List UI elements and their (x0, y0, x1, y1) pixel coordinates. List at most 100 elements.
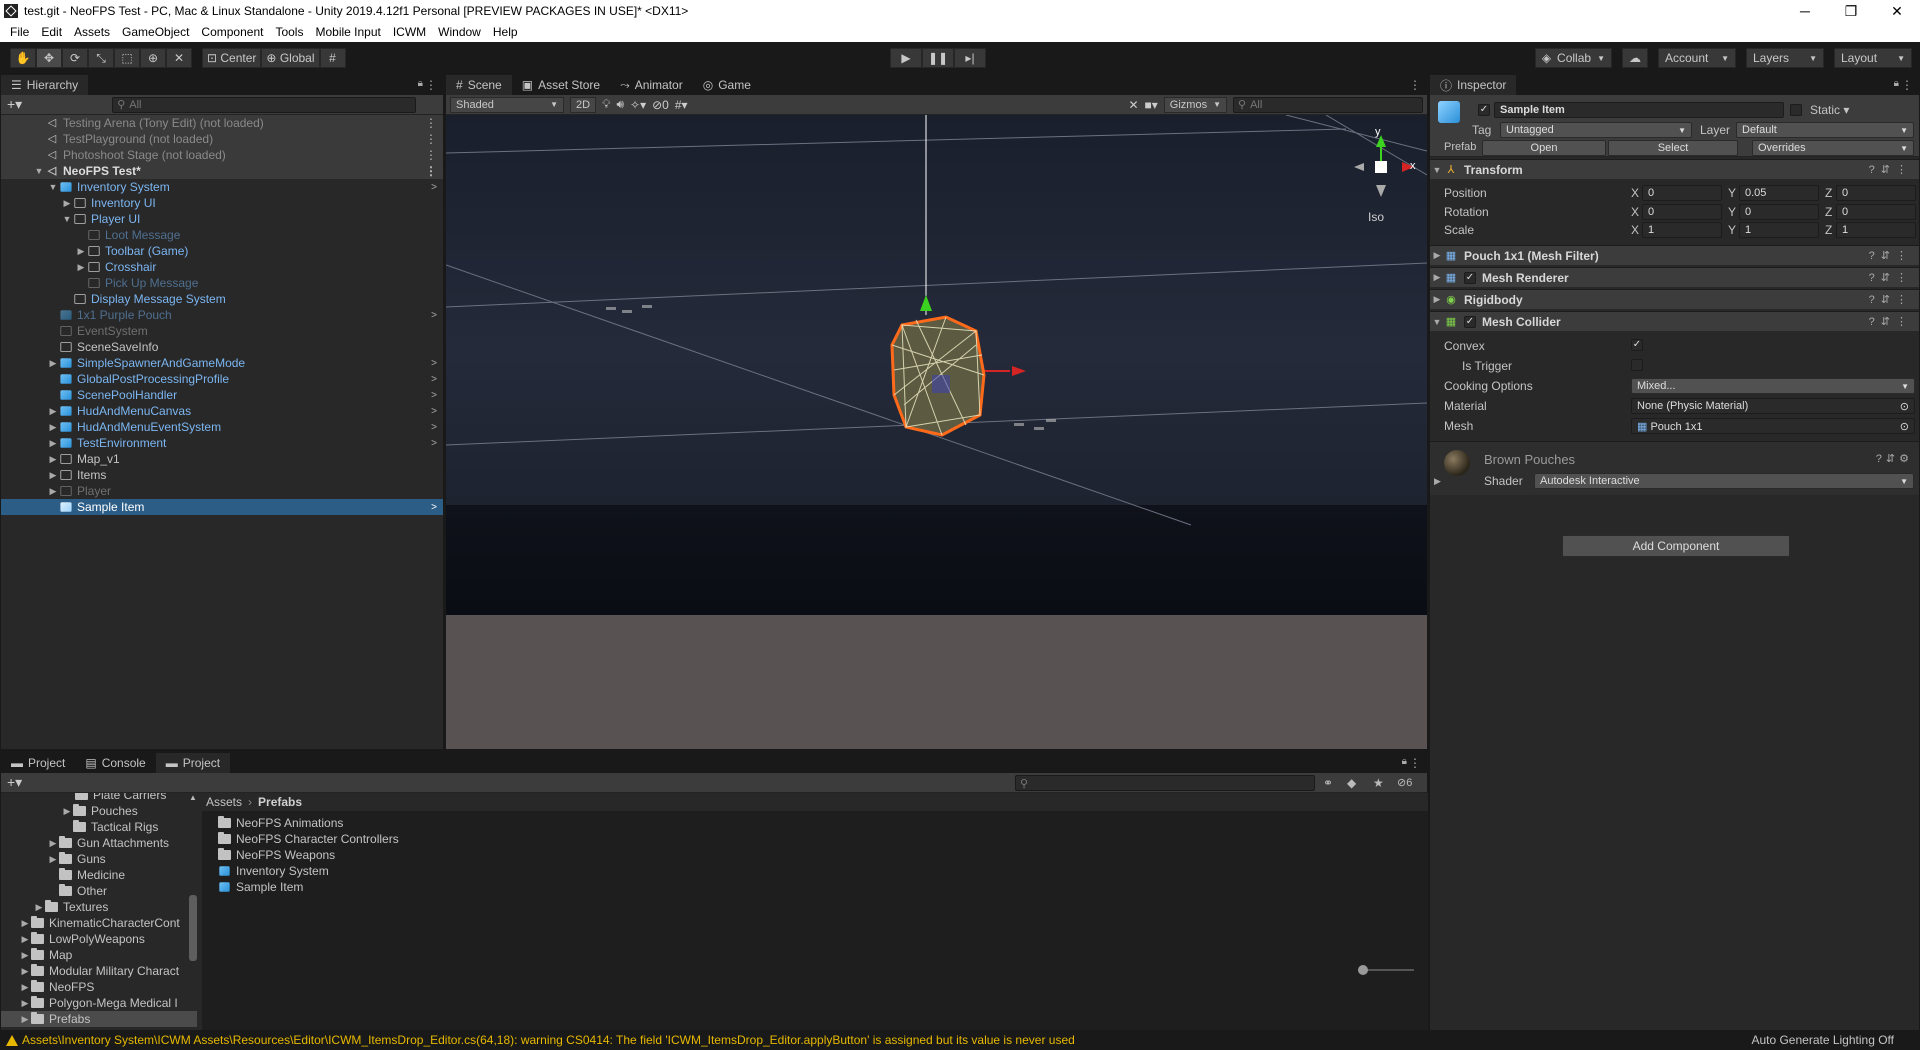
add-component-button[interactable]: Add Component (1562, 535, 1790, 557)
tree-row[interactable]: ScenePoolHandler > (1, 387, 443, 403)
scale-z-field[interactable]: 1 (1836, 222, 1916, 238)
tree-row[interactable]: ▶ Map_v1 (1, 451, 443, 467)
folder-row[interactable]: ▶ Modular Military Charact (1, 963, 197, 979)
menu-tools[interactable]: Tools (269, 25, 309, 39)
kebab-icon[interactable]: ⋮ (425, 164, 437, 178)
chevron-right-icon[interactable]: ▶ (47, 486, 59, 497)
tree-row[interactable]: Pick Up Message (1, 275, 443, 291)
asset-folder-row[interactable]: NeoFPS Weapons (218, 847, 1428, 863)
panel-menu-icon[interactable]: ⋮ (1409, 78, 1421, 92)
folder-row[interactable]: Tactical Rigs (1, 819, 197, 835)
tree-row[interactable]: ▶ Crosshair (1, 259, 443, 275)
object-picker-icon[interactable]: ⊙ (1900, 400, 1909, 413)
tab-game[interactable]: ◎ Game (692, 75, 761, 95)
tree-row[interactable]: ▶ Toolbar (Game) (1, 243, 443, 259)
chevron-right-icon[interactable]: ▶ (75, 246, 87, 257)
chevron-right-icon[interactable]: > (431, 422, 437, 433)
tab-asset-store[interactable]: ▣ Asset Store (511, 75, 611, 95)
tree-row[interactable]: ▶ Items (1, 467, 443, 483)
gizmo-center-cube[interactable] (1375, 161, 1387, 173)
asset-prefab-row[interactable]: Sample Item (218, 879, 1428, 895)
hierarchy-search[interactable]: ⚲ All (112, 96, 417, 113)
chevron-right-icon[interactable]: ▶ (47, 838, 59, 849)
menu-icwm[interactable]: ICWM (387, 25, 432, 39)
transform-header[interactable]: ▼ ⅄ Transform ?⇵⋮ (1430, 159, 1919, 179)
component-tools[interactable]: ?⇵⋮ (1869, 249, 1913, 262)
layers-dropdown[interactable]: Layers ▼ (1746, 48, 1824, 68)
lock-icon[interactable]: 🔒︎ (1894, 78, 1899, 89)
account-dropdown[interactable]: Account ▼ (1658, 48, 1736, 68)
gizmos-dropdown[interactable]: Gizmos ▼ (1163, 96, 1227, 113)
projection-label[interactable]: Iso (1368, 210, 1384, 224)
menu-component[interactable]: Component (195, 25, 269, 39)
chevron-right-icon[interactable]: ▶ (47, 470, 59, 481)
grid-snap-icon[interactable]: # (319, 48, 346, 68)
position-x-field[interactable]: 0 (1642, 185, 1722, 201)
chevron-right-icon[interactable]: ▶ (1430, 294, 1444, 305)
favorites-star-icon[interactable]: ★ (1373, 776, 1384, 790)
breadcrumb-prefabs[interactable]: Prefabs (258, 795, 302, 809)
mesh-filter-header[interactable]: ▶ ▦ Pouch 1x1 (Mesh Filter) ?⇵⋮ (1430, 245, 1919, 265)
chevron-right-icon[interactable]: > (431, 502, 437, 513)
tab-animator[interactable]: ⤳ Animator (610, 75, 693, 95)
kebab-icon[interactable]: ⋮ (425, 116, 437, 130)
scroll-up-icon[interactable]: ▲ (189, 793, 197, 802)
convex-checkbox[interactable]: ✓ (1631, 339, 1643, 351)
component-tools[interactable]: ?⇵⋮ (1869, 271, 1913, 284)
rigidbody-header[interactable]: ▶ ◉ Rigidbody ?⇵⋮ (1430, 289, 1919, 309)
scrollbar-thumb[interactable] (189, 895, 197, 961)
audio-icon[interactable]: 🔊︎ (616, 97, 624, 112)
move-plane-handle[interactable] (932, 375, 950, 393)
panel-menu-icon[interactable]: ⋮ (1409, 756, 1421, 770)
lighting-icon[interactable]: 💡︎ (602, 97, 610, 112)
object-picker-icon[interactable]: ⊙ (1900, 420, 1909, 433)
tree-row[interactable]: ◁ TestPlayground (not loaded) ⋮ (1, 131, 443, 147)
chevron-right-icon[interactable]: > (431, 182, 437, 193)
scene-search[interactable]: ⚲ All (1233, 96, 1423, 113)
chevron-right-icon[interactable]: ▶ (61, 806, 73, 817)
static-checkbox[interactable] (1790, 104, 1802, 116)
folder-row-selected[interactable]: ▶ Prefabs (1, 1011, 197, 1027)
tree-row[interactable]: ▶ Player (1, 483, 443, 499)
tree-row[interactable]: ▶ HudAndMenuCanvas > (1, 403, 443, 419)
asset-folder-row[interactable]: NeoFPS Character Controllers (218, 831, 1428, 847)
tree-row[interactable]: ▼ ◁ NeoFPS Test* ⋮ (1, 163, 443, 179)
chevron-right-icon[interactable]: ▶ (19, 950, 31, 961)
chevron-right-icon[interactable]: > (431, 310, 437, 321)
tree-row[interactable]: Display Message System (1, 291, 443, 307)
zoom-slider[interactable] (1358, 965, 1414, 975)
menu-gameobject[interactable]: GameObject (116, 25, 195, 39)
folder-row[interactable]: ▶ Textures (1, 899, 197, 915)
prefab-overrides-dropdown[interactable]: Overrides ▼ (1752, 140, 1914, 156)
collab-dropdown[interactable]: ◈ Collab ▼ (1534, 48, 1612, 68)
chevron-right-icon[interactable]: ▶ (1430, 250, 1444, 261)
chevron-right-icon[interactable]: > (431, 406, 437, 417)
chevron-right-icon[interactable]: ▶ (19, 982, 31, 993)
filter-by-type-icon[interactable]: ⚭ (1323, 776, 1333, 790)
tree-row[interactable]: ◁ Photoshoot Stage (not loaded) ⋮ (1, 147, 443, 163)
object-name-field[interactable]: Sample Item (1494, 102, 1784, 118)
grid-toggle-icon[interactable]: #▾ (675, 98, 688, 112)
hand-tool-icon[interactable]: ✋ (10, 48, 36, 68)
gizmo-neg-y-cone-icon[interactable] (1376, 185, 1386, 197)
lighting-status[interactable]: Auto Generate Lighting Off (1751, 1033, 1894, 1047)
chevron-right-icon[interactable]: ▶ (19, 1014, 31, 1025)
menu-file[interactable]: File (4, 25, 35, 39)
asset-folder-row[interactable]: NeoFPS Animations (218, 815, 1428, 831)
tab-project[interactable]: ▬ Project (1, 753, 76, 773)
move-tool-icon[interactable]: ✥ (36, 48, 62, 68)
create-button[interactable]: +▾ (7, 96, 22, 113)
folder-row[interactable]: ▶ NeoFPS (1, 979, 197, 995)
tag-dropdown[interactable]: Untagged ▼ (1500, 122, 1692, 138)
chevron-right-icon[interactable]: ▶ (19, 934, 31, 945)
component-tools[interactable]: ?⇵⋮ (1869, 163, 1913, 176)
cloud-button[interactable]: ☁ (1622, 48, 1648, 68)
rotation-x-field[interactable]: 0 (1642, 204, 1722, 220)
console-warning-message[interactable]: Assets\Inventory System\ICWM Assets\Reso… (22, 1033, 1751, 1047)
hidden-packages-toggle[interactable]: ⊘6 (1397, 776, 1412, 789)
component-tools[interactable]: ?⇵⋮ (1869, 315, 1913, 328)
prefab-open-button[interactable]: Open (1482, 140, 1606, 156)
active-checkbox[interactable]: ✓ (1478, 104, 1490, 116)
tree-row[interactable]: ▶ HudAndMenuEventSystem > (1, 419, 443, 435)
toggle-2d-button[interactable]: 2D (570, 96, 597, 113)
